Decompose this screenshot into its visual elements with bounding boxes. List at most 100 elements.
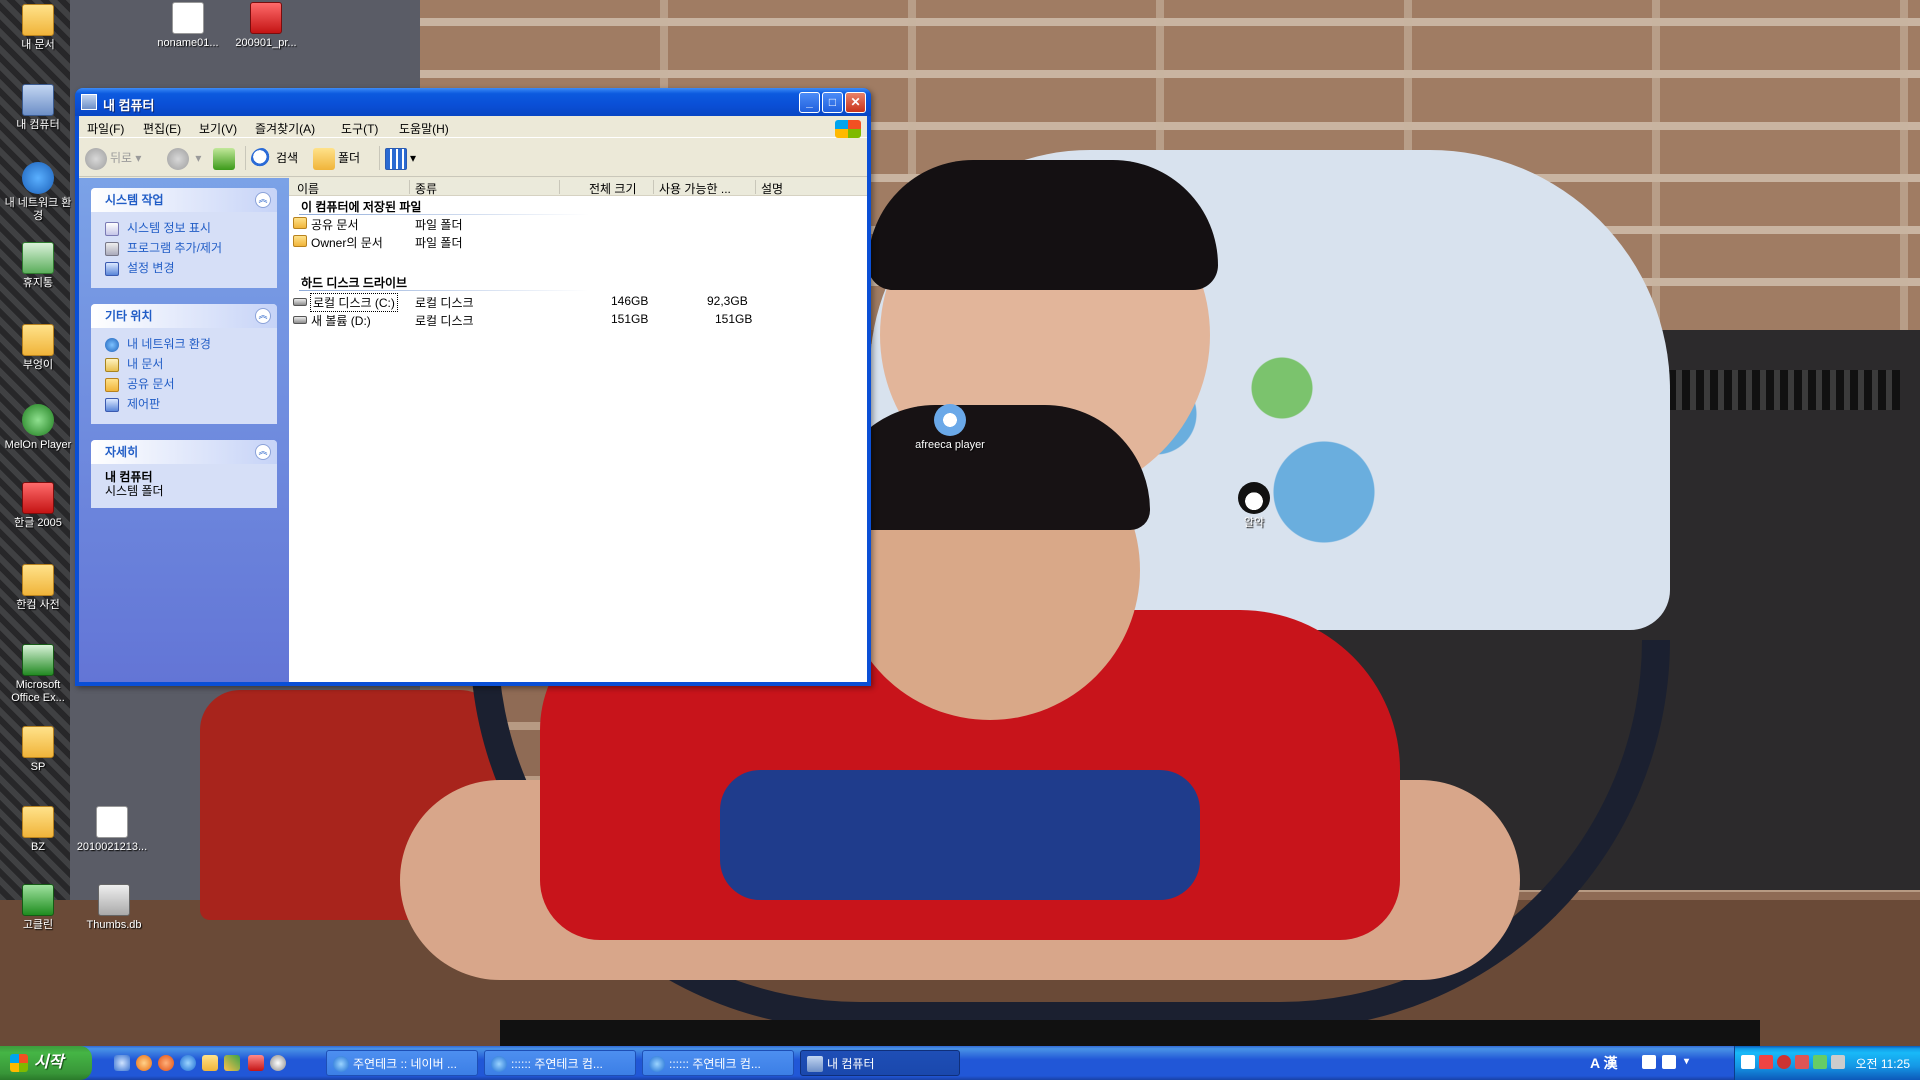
menu-view[interactable]: 보기(V) [199,120,237,137]
quicklaunch-app-icon[interactable] [136,1055,152,1071]
quicklaunch-app-icon[interactable] [224,1055,240,1071]
tray-security-icon[interactable] [1777,1055,1791,1069]
desktop-icon-network[interactable]: 내 네트워크 환경 [0,162,76,223]
network-places-icon [22,162,54,194]
search-button[interactable]: 검색 [251,146,298,170]
minimize-button[interactable]: _ [799,92,820,113]
place-label: 공유 문서 [127,377,175,391]
item-type: 파일 폴더 [415,236,463,250]
network-places-icon [105,337,119,352]
place-control-panel[interactable]: 제어판 [105,394,267,414]
tray-arrow-icon[interactable] [1741,1055,1755,1069]
back-button[interactable]: 뒤로 ▾ [85,146,141,170]
desktop-icon-label: 한글 2005 [14,517,62,529]
desktop-icon-label: 알약 [1243,517,1265,529]
forward-button[interactable]: ▾ [167,146,201,170]
options-chevron-icon[interactable]: ▾ [1684,1055,1694,1069]
place-label: 제어판 [127,397,161,411]
task-add-remove-programs[interactable]: 프로그램 추가/제거 [105,238,267,258]
ime-pad-icon[interactable] [1642,1055,1656,1069]
up-folder-button[interactable] [213,146,238,170]
show-desktop-icon[interactable] [114,1055,130,1071]
collapse-chevron-icon[interactable]: ︽ [255,192,271,208]
list-item[interactable]: 공유 문서 파일 폴더 [293,214,863,232]
taskbar-button-naver[interactable]: 주연테크 :: 네이버 ... [326,1050,478,1076]
menu-tools[interactable]: 도구(T) [341,120,378,137]
desktop-icon-label: 한컴 사전 [16,599,60,611]
system-tasks-header[interactable]: 시스템 작업 [91,188,277,212]
menu-file[interactable]: 파일(F) [87,120,124,137]
folder-icon [22,726,54,758]
desktop-icon-thumbs-db[interactable]: Thumbs.db [76,884,152,932]
task-change-setting[interactable]: 설정 변경 [105,258,267,278]
desktop-icon-excel[interactable]: Microsoft Office Ex... [0,644,76,705]
menu-edit[interactable]: 편집(E) [143,120,181,137]
control-panel-icon [105,397,119,412]
desktop-icon-hancom-dictionary[interactable]: 한컴 사전 [0,564,76,612]
my-documents-icon [22,4,54,36]
task-view-system-info[interactable]: 시스템 정보 표시 [105,218,267,238]
desktop-icon-sp-folder[interactable]: SP [0,726,76,774]
desktop-icon-my-computer[interactable]: 내 컴퓨터 [0,84,76,132]
collapse-chevron-icon[interactable]: ︽ [255,308,271,324]
column-total-size[interactable]: 전체 크기 [589,180,637,197]
media-player-icon[interactable] [270,1055,286,1071]
menu-help[interactable]: 도움말(H) [399,120,449,137]
desktop-icon-owl-folder[interactable]: 부엉이 [0,324,76,372]
place-my-documents[interactable]: 내 문서 [105,354,267,374]
collapse-chevron-icon[interactable]: ︽ [255,444,271,460]
tray-app-icon[interactable] [1759,1055,1773,1069]
desktop-icon-recycle-bin[interactable]: 휴지통 [0,242,76,290]
maximize-button[interactable]: □ [822,92,843,113]
task-pane: 시스템 작업 ︽ 시스템 정보 표시 프로그램 추가/제거 설정 변경 기타 위… [79,178,289,682]
column-name[interactable]: 이름 [297,180,319,197]
taskbar-button-my-computer[interactable]: 내 컴퓨터 [800,1050,960,1076]
views-button[interactable]: ▾ [385,146,416,170]
desktop-icon-bz-folder[interactable]: BZ [0,806,76,854]
item-free-space: 151GB [715,312,753,326]
taskbar-button-jooyon-2[interactable]: :::::: 주연테크 컴... [642,1050,794,1076]
firefox-icon[interactable] [158,1055,174,1071]
desktop-icon-my-documents[interactable]: 내 문서 [0,4,76,52]
help-icon[interactable] [1662,1055,1676,1069]
file-list-pane: 이름 종류 전체 크기 사용 가능한 ... 설명 이 컴퓨터에 저장된 파일 … [289,178,867,682]
desktop-icon-hangul[interactable]: 한글 2005 [0,482,76,530]
desktop-icon-afreeca[interactable]: afreeca player [912,404,988,452]
place-shared-documents[interactable]: 공유 문서 [105,374,267,394]
clock[interactable]: 오전 11:25 [1855,1055,1910,1072]
language-bar[interactable]: A 漢 ▾ [1590,1050,1720,1076]
tray-app-icon[interactable] [1813,1055,1827,1069]
details-header[interactable]: 자세히 [91,440,277,464]
desktop-icon-melon[interactable]: MelOn Player [0,404,76,452]
desktop-icon-pdf[interactable]: 200901_pr... [228,2,304,50]
up-folder-icon [213,147,235,170]
menu-favorites[interactable]: 즐겨찾기(A) [255,120,315,137]
list-item[interactable]: 새 볼륨 (D:) 로컬 디스크 151GB 151GB [293,310,863,328]
taskbar-button-jooyon-1[interactable]: :::::: 주연테크 컴... [484,1050,636,1076]
goclean-icon [22,884,54,916]
desktop-icon-alyac[interactable]: 알약 [1216,482,1292,530]
tray-app-icon[interactable] [1795,1055,1809,1069]
tray-network-icon[interactable] [1831,1055,1845,1069]
recycle-bin-icon [22,242,54,274]
desktop-icon-goclean[interactable]: 고클린 [0,884,76,932]
column-free-space[interactable]: 사용 가능한 ... [659,180,731,197]
column-comments[interactable]: 설명 [761,180,783,197]
close-button[interactable]: ✕ [845,92,866,113]
desktop-icon-label: 휴지통 [22,277,54,289]
column-type[interactable]: 종류 [415,180,437,197]
start-button[interactable]: 시작 [0,1046,92,1080]
other-places-header[interactable]: 기타 위치 [91,304,277,328]
folder-icon[interactable] [202,1055,218,1071]
place-network[interactable]: 내 네트워크 환경 [105,334,267,354]
folders-button[interactable]: 폴더 [313,146,360,170]
details-type: 시스템 폴더 [105,484,164,498]
desktop-icon-noname[interactable]: noname01... [150,2,226,50]
window-titlebar[interactable]: 내 컴퓨터 _ □ ✕ [75,88,871,116]
desktop-icon-label: Microsoft Office Ex... [11,679,65,704]
internet-explorer-icon[interactable] [180,1055,196,1071]
desktop-icon-image-file[interactable]: 2010021213... [74,806,150,854]
list-item[interactable]: Owner의 문서 파일 폴더 [293,232,863,250]
list-item[interactable]: 로컬 디스크 (C:) 로컬 디스크 146GB 92,3GB [293,292,863,312]
acrobat-icon[interactable] [248,1055,264,1071]
